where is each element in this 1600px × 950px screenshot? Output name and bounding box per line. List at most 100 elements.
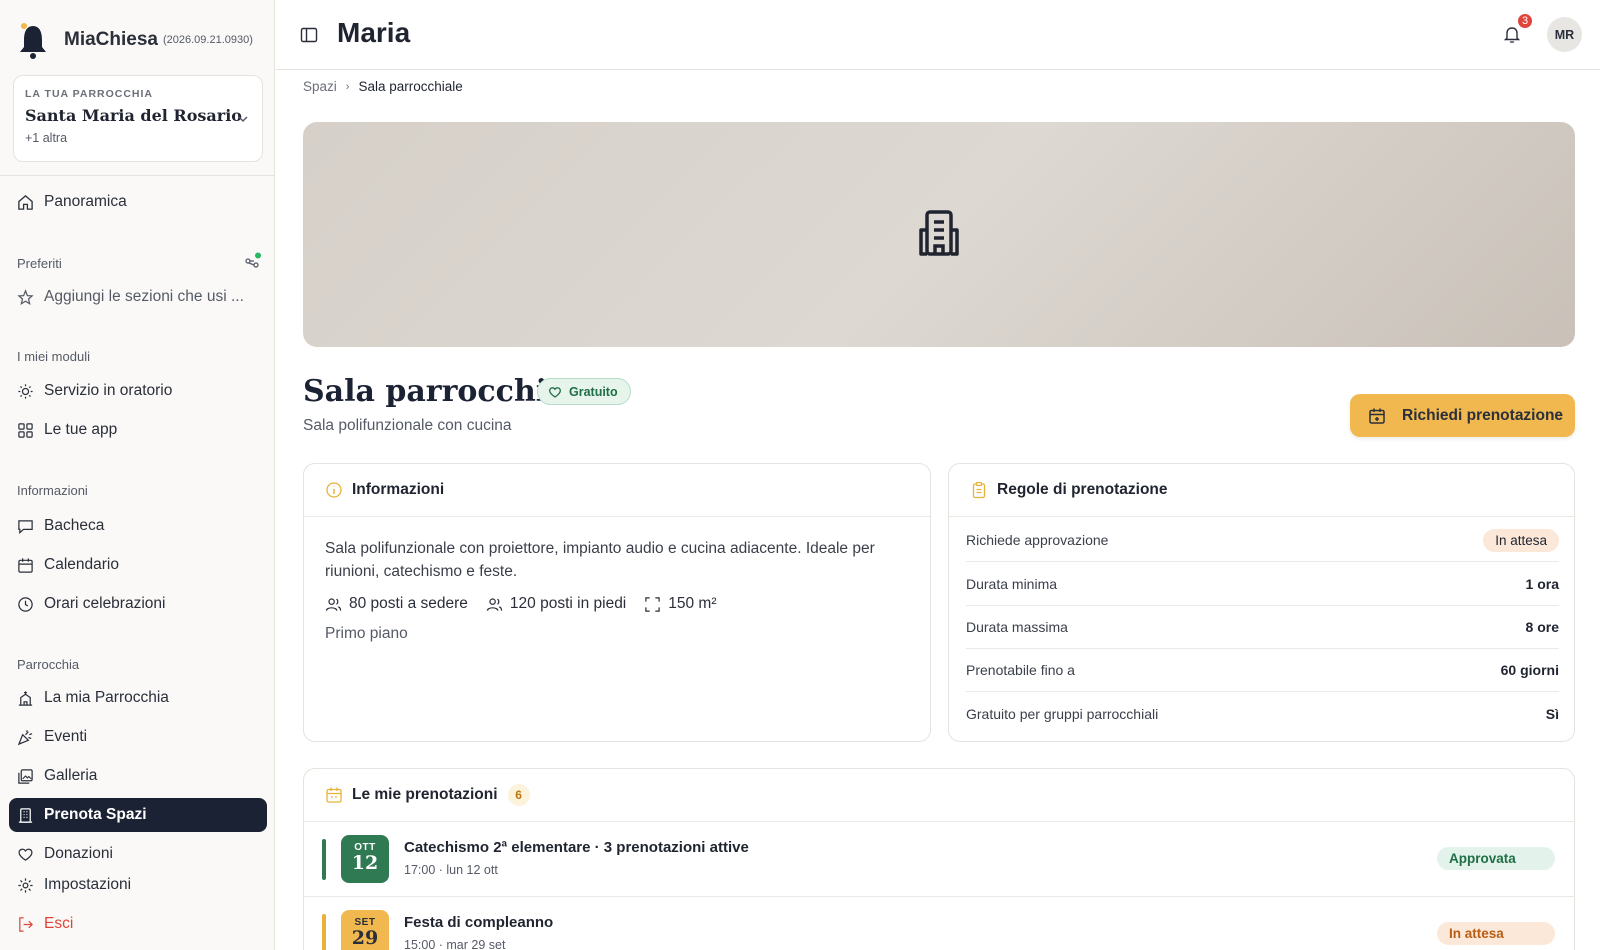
- rule-label: Gratuito per gruppi parrocchiali: [966, 705, 1159, 722]
- sidebar-item-label: Aggiungi le sezioni che usi ...: [44, 288, 244, 305]
- parish-label: LA TUA PARROCCHIA: [25, 88, 154, 100]
- page-title: Maria: [337, 17, 411, 48]
- brand[interactable]: MiaChiesa (2026.09.21.0930): [16, 20, 253, 60]
- rule-label: Richiede approvazione: [966, 532, 1109, 548]
- clock-icon: [18, 596, 33, 612]
- rule-row: Richiede approvazione In attesa: [966, 519, 1559, 562]
- sidebar-item-orari-celebrazioni[interactable]: Orari celebrazioni: [9, 587, 267, 621]
- sidebar-item-label: Panoramica: [44, 193, 127, 210]
- rules-card-header: Regole di prenotazione: [949, 464, 1574, 517]
- booking-rules-card: Regole di prenotazione Richiede approvaz…: [948, 463, 1575, 742]
- sidebar-item-label: Servizio in oratorio: [44, 382, 173, 399]
- parish-selector[interactable]: LA TUA PARROCCHIA Santa Maria del Rosari…: [13, 75, 263, 162]
- status-badge: In attesa: [1437, 922, 1555, 945]
- rule-row: Durata massima 8 ore: [966, 606, 1559, 649]
- section-info-title: Informazioni: [17, 483, 88, 498]
- sidebar-item-impostazioni[interactable]: Impostazioni: [9, 868, 267, 902]
- rule-label: Durata massima: [966, 619, 1068, 635]
- sidebar-item-label: Bacheca: [44, 517, 105, 534]
- rule-row: Gratuito per gruppi parrocchiali Sì: [966, 692, 1559, 735]
- heart-icon: [18, 848, 33, 861]
- date-badge: SET 29: [341, 910, 389, 950]
- sidebar-item-label: Donazioni: [44, 845, 113, 862]
- sidebar-item-bacheca[interactable]: Bacheca: [9, 509, 267, 543]
- booking-row[interactable]: OTT 12 Catechismo 2ª elementare · 3 pren…: [304, 822, 1574, 897]
- sidebar-item-label: Esci: [44, 915, 74, 932]
- info-icon: [326, 482, 342, 498]
- bookings-count-badge: 6: [507, 784, 530, 806]
- sidebar-item-donazioni[interactable]: Donazioni: [9, 837, 267, 871]
- space-description: Sala polifunzionale con proiettore, impi…: [325, 540, 875, 580]
- sidebar-item-label: Impostazioni: [44, 876, 132, 893]
- feature-seats: 80 posti a sedere: [325, 595, 468, 613]
- space-features: 80 posti a sedere 120 posti in piedi 150…: [325, 595, 735, 613]
- my-bookings-card: Le mie prenotazioni 6 OTT 12 Catechismo …: [303, 768, 1575, 950]
- request-booking-label: Richiedi prenotazione: [1402, 406, 1564, 424]
- sidebar-toggle-icon[interactable]: [300, 26, 318, 44]
- sidebar: MiaChiesa (2026.09.21.0930) LA TUA PARRO…: [0, 0, 275, 950]
- home-icon: [18, 194, 33, 210]
- sidebar-item-add-favorites[interactable]: Aggiungi le sezioni che usi ...: [9, 280, 267, 314]
- apps-grid-icon: [18, 422, 33, 438]
- star-icon: [17, 288, 34, 305]
- sidebar-item-esci[interactable]: Esci: [9, 907, 267, 941]
- date-day: 12: [351, 852, 379, 874]
- info-card-header: Informazioni: [304, 464, 930, 517]
- avatar[interactable]: MR: [1547, 17, 1582, 52]
- space-floor: Primo piano: [325, 625, 408, 642]
- sidebar-item-panoramica[interactable]: Panoramica: [9, 185, 267, 219]
- request-booking-button[interactable]: Richiedi prenotazione: [1350, 394, 1575, 437]
- breadcrumb: Spazi › Sala parrocchiale: [303, 79, 463, 94]
- section-favorites-title: Preferiti: [17, 256, 62, 271]
- sidebar-item-label: La mia Parrocchia: [44, 689, 169, 706]
- info-card: Informazioni Sala polifunzionale con pro…: [303, 463, 931, 742]
- sidebar-divider: [0, 175, 275, 176]
- info-card-title: Informazioni: [352, 481, 445, 498]
- free-badge-label: Gratuito: [569, 384, 618, 399]
- sidebar-item-galleria[interactable]: Galleria: [9, 759, 267, 793]
- sidebar-item-la-mia-parrocchia[interactable]: La mia Parrocchia: [9, 681, 267, 715]
- rule-value: 60 giorni: [1500, 662, 1559, 678]
- sidebar-item-le-tue-app[interactable]: Le tue app: [9, 413, 267, 447]
- bell-logo-icon: [20, 23, 46, 59]
- customize-favorites-icon[interactable]: [243, 252, 261, 270]
- calendar-plus-icon: [1369, 408, 1385, 424]
- parish-more: +1 altra: [25, 131, 68, 145]
- app-version: (2026.09.21.0930): [162, 34, 253, 46]
- sidebar-item-label: Orari celebrazioni: [44, 595, 166, 612]
- free-badge: Gratuito: [537, 378, 631, 405]
- sidebar-item-label: Eventi: [44, 728, 88, 745]
- church-icon: [18, 690, 33, 706]
- expand-icon: [645, 596, 660, 612]
- rule-label: Prenotabile fino a: [966, 662, 1075, 678]
- sidebar-item-prenota-spazi[interactable]: Prenota Spazi: [9, 798, 267, 832]
- sidebar-item-label: Le tue app: [44, 421, 118, 438]
- sidebar-item-calendario[interactable]: Calendario: [9, 548, 267, 582]
- bookings-card-title: Le mie prenotazioni: [352, 786, 498, 803]
- date-badge: OTT 12: [341, 835, 389, 883]
- logout-icon: [19, 916, 33, 932]
- message-icon: [18, 519, 33, 534]
- breadcrumb-parent[interactable]: Spazi: [303, 79, 337, 94]
- sidebar-item-label: Calendario: [44, 556, 119, 573]
- rule-value: 8 ore: [1525, 619, 1559, 635]
- rule-value-badge: In attesa: [1483, 528, 1559, 552]
- parish-name: Santa Maria del Rosario: [25, 106, 242, 125]
- status-bar: [322, 839, 326, 880]
- calendar-icon: [18, 557, 33, 573]
- breadcrumb-current: Sala parrocchiale: [358, 79, 463, 94]
- section-modules-title: I miei moduli: [17, 349, 90, 364]
- building-icon: [18, 807, 33, 823]
- feature-standing: 120 posti in piedi: [486, 595, 626, 613]
- sun-icon: [18, 383, 33, 399]
- rules-card-title: Regole di prenotazione: [997, 481, 1168, 498]
- sidebar-item-label: Prenota Spazi: [44, 806, 147, 823]
- clipboard-icon: [972, 481, 986, 499]
- booking-row[interactable]: SET 29 Festa di compleanno 15:00 · mar 2…: [304, 897, 1574, 950]
- feature-label: 150 m²: [668, 595, 717, 612]
- feature-area: 150 m²: [644, 595, 717, 613]
- sidebar-item-eventi[interactable]: Eventi: [9, 720, 267, 754]
- rule-value: 1 ora: [1525, 576, 1559, 592]
- sidebar-item-servizio-oratorio[interactable]: Servizio in oratorio: [9, 374, 267, 408]
- status-bar: [322, 914, 326, 950]
